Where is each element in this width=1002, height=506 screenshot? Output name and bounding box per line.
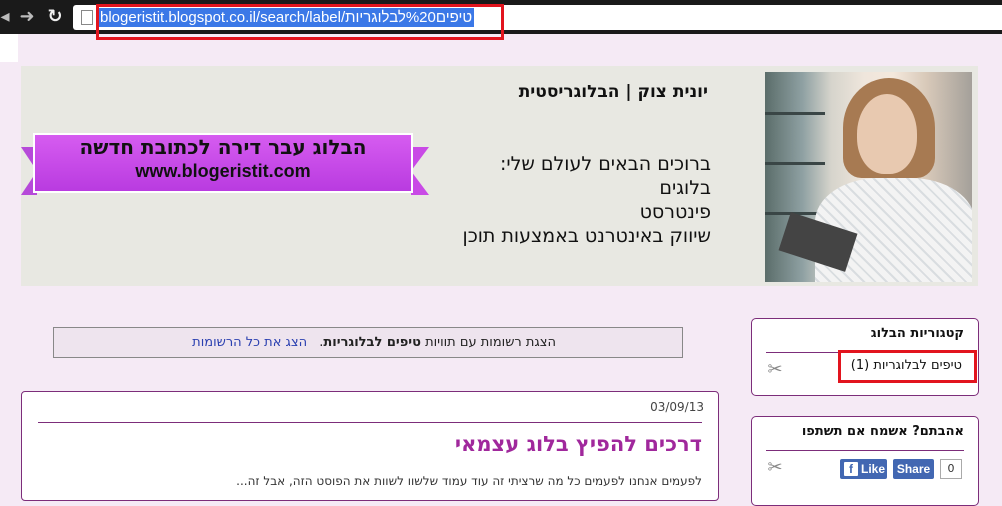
back-button[interactable]: ◂: [0, 6, 16, 28]
share-count: 0: [940, 459, 962, 479]
widget-title: קטגוריות הבלוג: [870, 326, 964, 341]
category-highlight-box: [838, 350, 977, 383]
show-all-posts-link[interactable]: הצג את כל הרשומות: [192, 335, 307, 350]
label-filter-status: הצגת רשומות עם תוויות טיפים לבלוגריות. ה…: [53, 327, 683, 358]
status-prefix: הצגת רשומות עם תוויות: [425, 335, 556, 350]
welcome-line: ברוכים הבאים לעולם שלי:: [499, 153, 711, 175]
arrow-left-icon: ◂: [0, 6, 10, 27]
new-address-ribbon[interactable]: הבלוג עבר דירה לכתובת חדשה www.blogerist…: [21, 133, 431, 198]
page-icon: [81, 10, 93, 25]
blog-header: הבלוג עבר דירה לכתובת חדשה www.blogerist…: [21, 66, 978, 286]
author-photo: [765, 72, 972, 282]
post-excerpt: לפעמים אנחנו לפעמים כל מה שרציתי זה עוד …: [236, 474, 702, 488]
divider: [38, 422, 702, 423]
facebook-share-button[interactable]: Share: [893, 459, 934, 479]
blog-post: 03/09/13 דרכים להפיץ בלוג עצמאי לפעמים א…: [21, 391, 719, 501]
like-label: Like: [861, 462, 886, 476]
welcome-text: ברוכים הבאים לעולם שלי: בלוגים פינטרסט ש…: [463, 152, 711, 248]
arrow-right-icon: ➜: [19, 6, 35, 27]
reload-button[interactable]: ↻: [44, 6, 66, 28]
post-date: 03/09/13: [650, 400, 704, 414]
page-corner: [0, 34, 18, 62]
url-highlight-box: [96, 4, 504, 40]
widget-title: אהבתם? אשמח אם תשתפו: [801, 424, 964, 439]
post-title[interactable]: דרכים להפיץ בלוג עצמאי: [455, 432, 702, 456]
facebook-like-button[interactable]: f Like: [840, 459, 887, 479]
welcome-line: בלוגים: [659, 177, 711, 199]
ribbon-tail-right: [411, 147, 429, 195]
edit-tools-icon[interactable]: ✂: [764, 457, 786, 479]
blog-brand-title: יונית צוק | הבלוגריסטית: [518, 82, 708, 102]
ribbon-url: www.blogeristit.com: [135, 161, 311, 181]
welcome-line: פינטרסט: [639, 201, 711, 223]
welcome-line: שיווק באינטרנט באמצעות תוכן: [462, 225, 711, 247]
status-label: טיפים לבלוגריות: [323, 335, 421, 350]
share-widget: אהבתם? אשמח אם תשתפו ✂ f Like Share 0: [751, 416, 979, 506]
ribbon-heading: הבלוג עבר דירה לכתובת חדשה: [79, 135, 367, 159]
reload-icon: ↻: [47, 6, 63, 27]
forward-button[interactable]: ➜: [16, 6, 38, 28]
edit-tools-icon[interactable]: ✂: [764, 359, 786, 381]
divider: [766, 450, 964, 451]
facebook-icon: f: [844, 462, 858, 476]
